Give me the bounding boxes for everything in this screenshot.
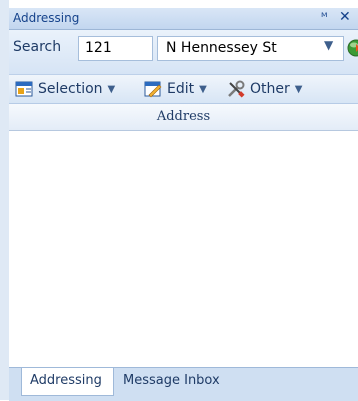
other-tools-icon <box>228 80 245 98</box>
addressing-panel: Addressing ᴹ ✕ Search 121 N Hennessey St… <box>0 0 358 401</box>
street-value: N Hennessey St <box>166 40 277 56</box>
chevron-down-icon: ▼ <box>294 83 303 95</box>
tab-addressing[interactable]: Addressing <box>21 368 114 396</box>
street-combobox[interactable]: N Hennessey St ▼ <box>157 36 344 61</box>
panel-title-bar[interactable]: Addressing ᴹ ✕ <box>9 8 358 30</box>
chevron-down-icon: ▼ <box>107 83 116 95</box>
tab-message-inbox[interactable]: Message Inbox <box>115 368 245 396</box>
other-label: Other <box>250 81 290 97</box>
edit-label: Edit <box>167 81 195 97</box>
selection-menu-button[interactable]: Selection ▼ <box>15 79 115 99</box>
bottom-tab-strip: Addressing Message Inbox <box>9 367 358 401</box>
panel-edge <box>0 0 9 400</box>
toolbar: Selection ▼ Edit ▼ Other ▼ <box>9 75 358 104</box>
address-column-label: Address <box>156 109 211 124</box>
dropdown-arrow-icon[interactable]: ▼ <box>324 38 333 52</box>
address-list[interactable] <box>9 131 358 367</box>
search-row: Search 121 N Hennessey St ▼ <box>9 30 358 75</box>
selection-label: Selection <box>38 81 103 97</box>
pin-icon[interactable]: ᴹ <box>321 10 328 24</box>
panel-title: Addressing <box>13 11 80 25</box>
go-icon[interactable] <box>347 39 358 61</box>
selection-icon <box>15 81 33 97</box>
address-column-header[interactable]: Address <box>9 104 358 131</box>
edit-icon <box>144 81 162 98</box>
house-number-field[interactable]: 121 <box>78 36 153 61</box>
search-label: Search <box>13 39 62 55</box>
chevron-down-icon: ▼ <box>199 83 207 95</box>
other-menu-button[interactable]: Other ▼ <box>227 79 302 99</box>
edit-menu-button[interactable]: Edit ▼ <box>144 79 207 99</box>
close-icon[interactable]: ✕ <box>339 9 351 25</box>
